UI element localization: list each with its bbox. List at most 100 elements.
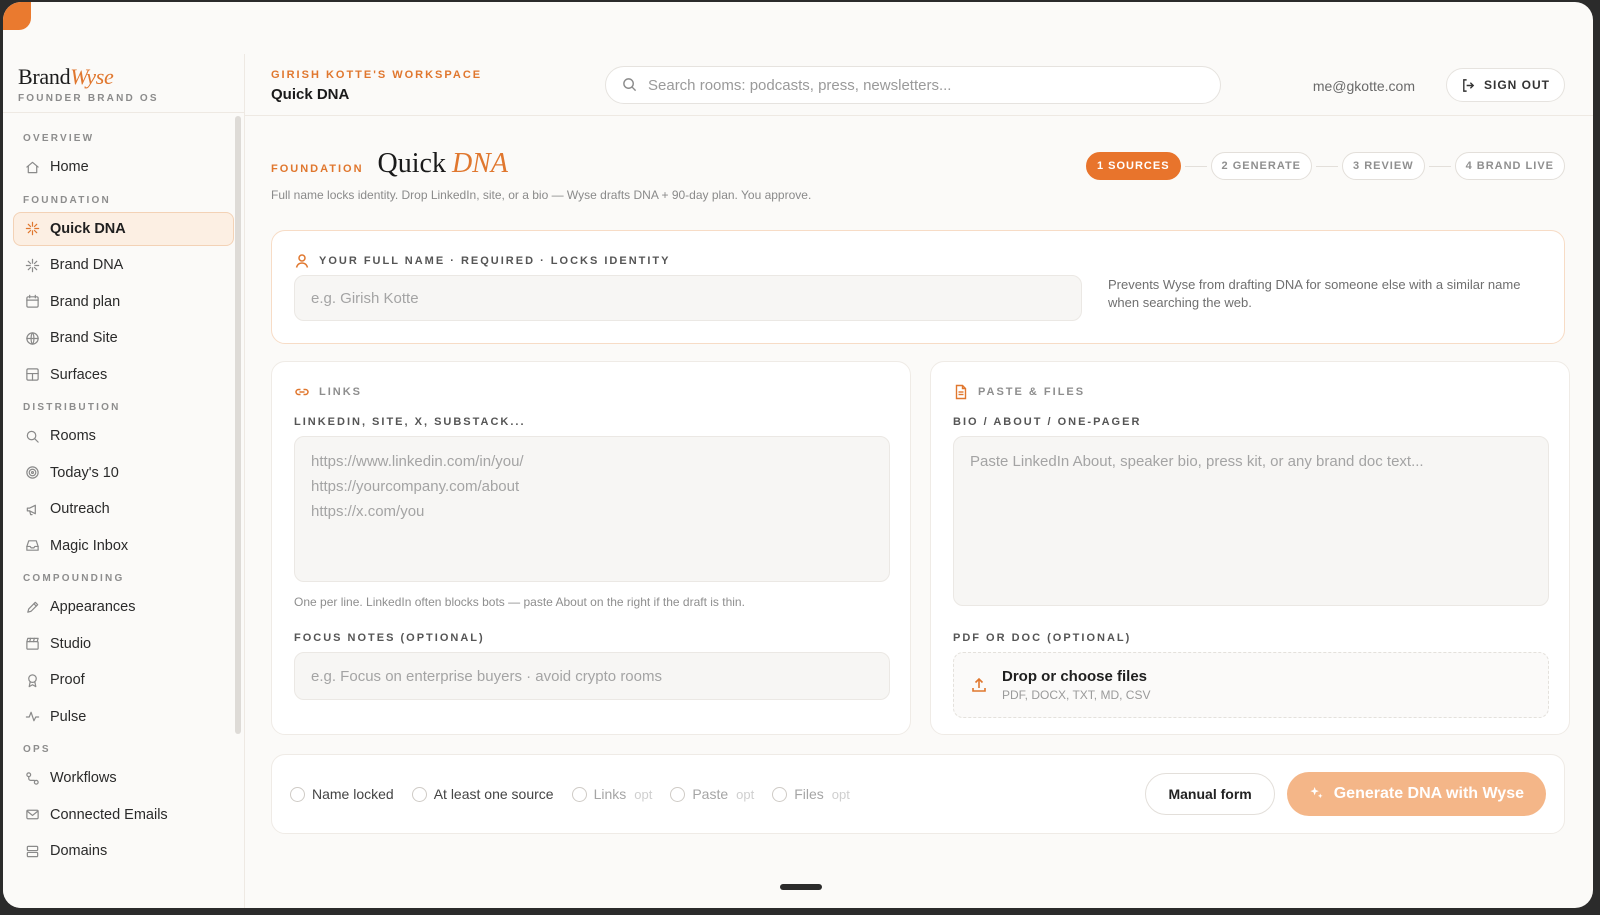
page-kicker: FOUNDATION	[271, 163, 364, 175]
sidebar-item-brand-dna[interactable]: Brand DNA	[13, 248, 234, 282]
layout-icon	[24, 367, 40, 383]
dropzone-text: Drop or choose files PDF, DOCX, TXT, MD,…	[1002, 668, 1150, 702]
sidebar-nav: OVERVIEW Home FOUNDATION Quick DNA Brand DNA…	[3, 113, 244, 868]
sidebar-item-label: Pulse	[50, 708, 87, 725]
sidebar-item-connected-emails[interactable]: Connected Emails	[13, 798, 234, 832]
sidebar-item-brand-site[interactable]: Brand Site	[13, 321, 234, 355]
sidebar-item-label: Magic Inbox	[50, 537, 129, 554]
links-placeholder-line: https://yourcompany.com/about	[311, 478, 520, 495]
sparkle-icon	[24, 221, 40, 237]
nav-section-ops: OPS	[23, 744, 51, 755]
bio-field-label: BIO / ABOUT / ONE-PAGER	[953, 416, 1142, 428]
server-icon	[24, 843, 40, 859]
bio-placeholder: Paste LinkedIn About, speaker bio, press…	[970, 453, 1424, 470]
focus-notes-input[interactable]: e.g. Focus on enterprise buyers · avoid …	[294, 652, 890, 700]
sidebar-item-workflows[interactable]: Workflows	[13, 761, 234, 795]
sidebar-item-label: Workflows	[50, 770, 117, 786]
sidebar-item-label: Proof	[50, 672, 85, 688]
search-icon	[622, 77, 638, 93]
paste-files-card: PASTE & FILES BIO / ABOUT / ONE-PAGER Pa…	[930, 361, 1570, 735]
sidebar-item-label: Brand plan	[50, 293, 121, 310]
pen-icon	[24, 599, 40, 615]
sidebar-item-label: Outreach	[50, 501, 110, 517]
page-heading-title: Quick DNA	[377, 148, 508, 179]
search-input[interactable]: Search rooms: podcasts, press, newslette…	[605, 66, 1221, 104]
home-icon	[24, 159, 40, 175]
checklist-label: Name locked	[312, 786, 394, 802]
step-connector	[1428, 165, 1451, 167]
step-2-generate[interactable]: 2 GENERATE	[1210, 152, 1313, 180]
sidebar-item-brand-plan[interactable]: Brand plan	[13, 285, 234, 319]
action-buttons: Manual form Generate DNA with Wyse	[1145, 772, 1546, 816]
top-header: GIRISH KOTTE'S WORKSPACE Quick DNA Searc…	[245, 54, 1593, 116]
pulse-icon	[24, 709, 40, 725]
sidebar-item-label: Surfaces	[50, 366, 108, 383]
checklist-item-paste: Paste opt	[670, 786, 754, 802]
sidebar-item-domains[interactable]: Domains	[13, 834, 234, 868]
sign-out-icon	[1461, 78, 1476, 93]
checklist-label: Links	[593, 786, 627, 802]
check-circle-icon	[772, 786, 788, 802]
checklist-label: Files	[794, 786, 824, 802]
sparkle-icon	[24, 257, 40, 273]
sidebar-item-label: Studio	[50, 635, 92, 652]
sidebar-item-appearances[interactable]: Appearances	[13, 590, 234, 624]
user-email: me@gkotte.com	[1312, 78, 1415, 94]
workspace-label: GIRISH KOTTE'S WORKSPACE	[271, 69, 483, 81]
step-connector	[1316, 165, 1339, 167]
sign-out-button[interactable]: SIGN OUT	[1445, 68, 1565, 102]
calendar-icon	[24, 294, 40, 310]
clapper-icon	[24, 636, 40, 652]
step-3-review[interactable]: 3 REVIEW	[1342, 152, 1425, 180]
check-circle-icon	[571, 786, 587, 802]
file-dropzone[interactable]: Drop or choose files PDF, DOCX, TXT, MD,…	[953, 652, 1549, 718]
search-placeholder: Search rooms: podcasts, press, newslette…	[648, 76, 952, 94]
sidebar-item-today-s-10[interactable]: Today's 10	[13, 456, 234, 490]
sidebar-item-label: Domains	[50, 843, 108, 859]
full-name-card: YOUR FULL NAME · REQUIRED · LOCKS IDENTI…	[271, 230, 1565, 344]
full-name-note: Prevents Wyse from drafting DNA for some…	[1108, 277, 1521, 310]
full-name-input[interactable]: e.g. Girish Kotte	[294, 275, 1082, 321]
links-hint: One per line. LinkedIn often blocks bots…	[294, 595, 745, 609]
sidebar-item-outreach[interactable]: Outreach	[13, 492, 234, 526]
sidebar-item-label: Today's 10	[50, 464, 119, 481]
award-icon	[24, 672, 40, 688]
sidebar-item-label: Connected Emails	[50, 806, 168, 823]
generate-dna-button[interactable]: Generate DNA with Wyse	[1286, 772, 1546, 816]
sidebar-item-home[interactable]: Home	[13, 150, 234, 184]
link-icon	[294, 384, 310, 400]
nav-section-overview: OVERVIEW	[23, 133, 95, 144]
sidebar-item-rooms[interactable]: Rooms	[13, 419, 234, 453]
sidebar-item-label: Home	[50, 159, 89, 175]
manual-form-button[interactable]: Manual form	[1145, 773, 1275, 815]
brand-logo[interactable]: BrandWyse FOUNDER BRAND OS	[3, 54, 244, 113]
page-title: Quick DNA	[271, 86, 350, 103]
step-1-sources[interactable]: 1 SOURCES	[1085, 152, 1181, 180]
full-name-label: YOUR FULL NAME · REQUIRED · LOCKS IDENTI…	[319, 255, 671, 267]
sidebar-item-surfaces[interactable]: Surfaces	[13, 358, 234, 392]
megaphone-icon	[24, 501, 40, 517]
links-textarea[interactable]: https://www.linkedin.com/in/you/ https:/…	[294, 436, 890, 582]
target-icon	[24, 465, 40, 481]
sidebar-item-studio[interactable]: Studio	[13, 627, 234, 661]
workflow-icon	[24, 770, 40, 786]
paste-title: PASTE & FILES	[978, 386, 1086, 398]
sidebar-item-quick-dna[interactable]: Quick DNA	[13, 211, 234, 246]
bio-textarea[interactable]: Paste LinkedIn About, speaker bio, press…	[953, 436, 1549, 606]
window-corner-badge	[3, 2, 31, 30]
sidebar-item-proof[interactable]: Proof	[13, 663, 234, 697]
mail-icon	[24, 807, 40, 823]
sidebar-item-label: Quick DNA	[50, 220, 126, 237]
sidebar-item-label: Brand DNA	[50, 257, 124, 273]
step-connector	[1184, 165, 1207, 167]
sidebar-scrollbar[interactable]	[235, 116, 241, 734]
nav-section-foundation: FOUNDATION	[23, 194, 111, 206]
sidebar-item-magic-inbox[interactable]: Magic Inbox	[13, 529, 234, 563]
step-4-brand-live[interactable]: 4 BRAND LIVE	[1454, 152, 1565, 180]
brand-subtitle: FOUNDER BRAND OS	[18, 93, 159, 104]
sidebar-item-pulse[interactable]: Pulse	[13, 700, 234, 734]
links-card: LINKS LINKEDIN, SITE, X, SUBSTACK... htt…	[271, 361, 911, 735]
check-circle-icon	[411, 786, 427, 802]
sign-out-label: SIGN OUT	[1483, 78, 1550, 92]
home-indicator	[780, 884, 822, 890]
